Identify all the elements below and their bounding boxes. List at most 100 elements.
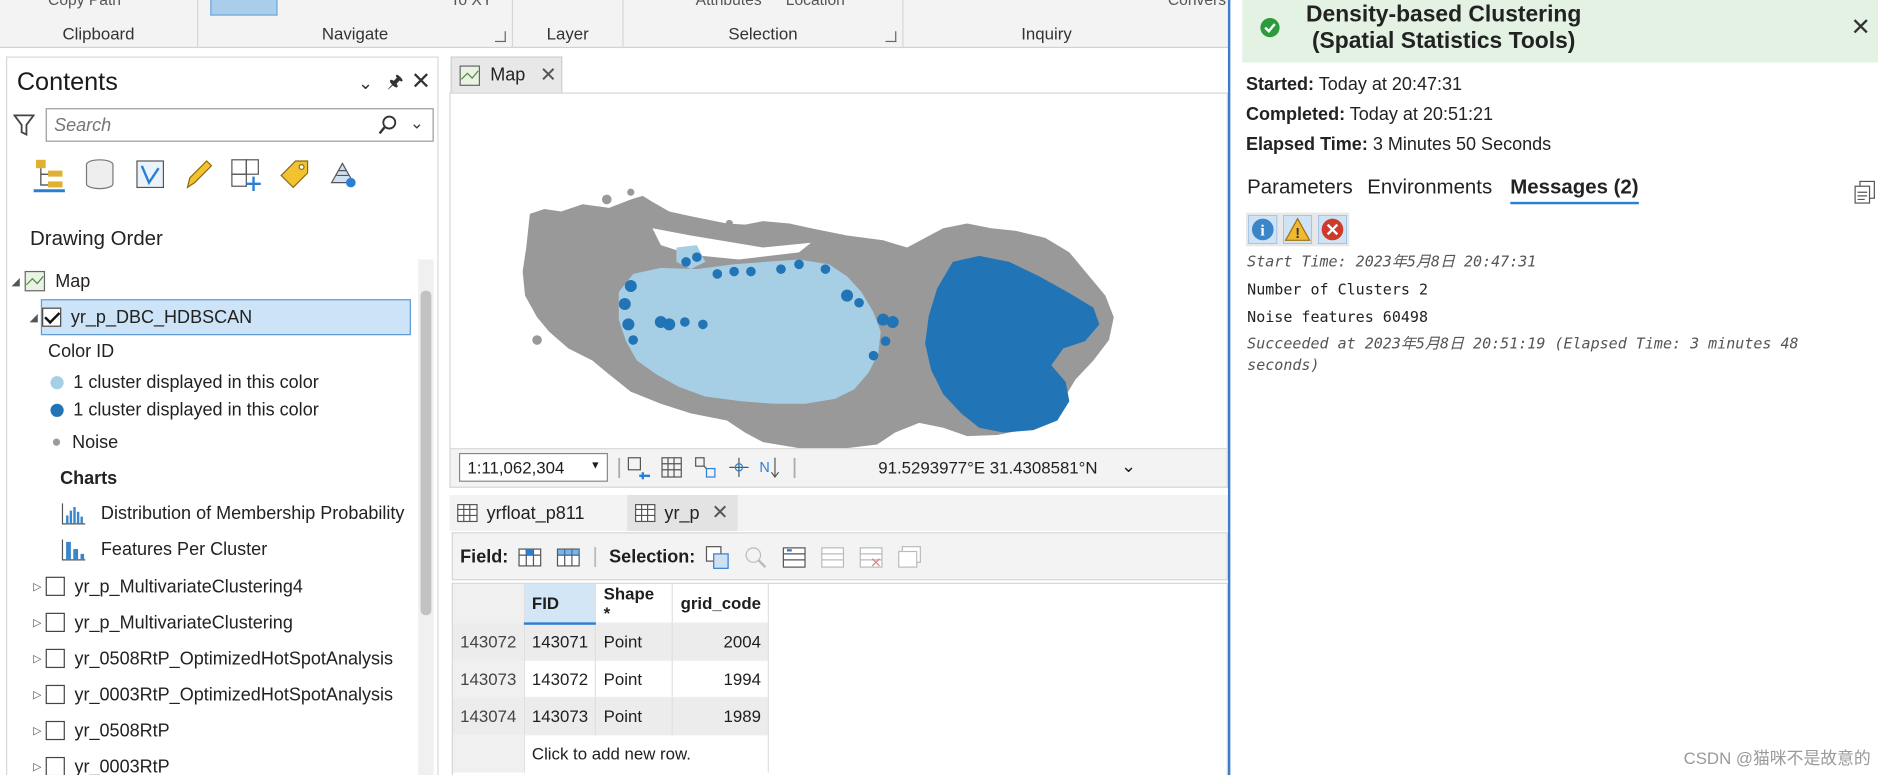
navigate-launcher-icon[interactable] bbox=[495, 31, 506, 43]
expand-arrow-icon[interactable]: ▷ bbox=[29, 616, 46, 629]
expand-arrow-icon[interactable]: ▷ bbox=[29, 580, 46, 593]
row-number[interactable]: 143074 bbox=[452, 696, 525, 735]
collapse-arrow-icon[interactable]: ◢ bbox=[25, 311, 42, 324]
select-by-attributes-icon[interactable] bbox=[705, 545, 729, 569]
snapping-toggle-icon[interactable] bbox=[693, 455, 717, 479]
add-row-prompt[interactable]: Click to add new row. bbox=[524, 734, 770, 772]
map-canvas[interactable] bbox=[451, 94, 1227, 449]
selection-icon[interactable] bbox=[132, 156, 168, 192]
row-number[interactable]: 143073 bbox=[452, 659, 525, 698]
add-grid-icon[interactable] bbox=[626, 455, 651, 480]
column-header-fid[interactable]: FID bbox=[524, 583, 597, 625]
chevron-down-icon[interactable]: ⌄ bbox=[358, 72, 373, 93]
grid-code-cell[interactable]: 2004 bbox=[672, 622, 770, 661]
chart-item[interactable]: Distribution of Membership Probability bbox=[60, 495, 464, 531]
layer-row[interactable]: ▷ yr_p_MultivariateClustering4 bbox=[29, 568, 433, 604]
north-arrow-icon[interactable]: N bbox=[758, 455, 784, 479]
editing-pencil-icon[interactable] bbox=[180, 156, 216, 192]
expand-arrow-icon[interactable]: ▷ bbox=[29, 688, 46, 701]
table-row[interactable]: 143072 143071 Point 2004 bbox=[452, 622, 770, 661]
map-view[interactable] bbox=[449, 92, 1228, 450]
tab-yr-p[interactable]: yr_p ✕ bbox=[627, 495, 738, 532]
scrollbar-thumb[interactable] bbox=[420, 290, 432, 616]
shape-cell[interactable]: Point bbox=[595, 622, 674, 661]
copy-selection-icon[interactable] bbox=[898, 545, 922, 569]
tab-yrfloat-p811[interactable]: yrfloat_p811 bbox=[449, 495, 624, 531]
layer-row[interactable]: ▷ yr_0508RtP_OptimizedHotSpotAnalysis bbox=[29, 640, 433, 676]
switch-selection-icon[interactable] bbox=[782, 545, 806, 569]
grid-code-cell[interactable]: 1989 bbox=[672, 696, 770, 735]
filter-icon[interactable] bbox=[13, 113, 35, 137]
delete-selection-icon[interactable] bbox=[859, 545, 883, 569]
error-filter-icon[interactable] bbox=[1318, 215, 1347, 244]
zoom-to-selection-icon[interactable] bbox=[744, 545, 768, 569]
add-row[interactable]: Click to add new row. bbox=[452, 734, 770, 772]
coordinate-options-chevron-icon[interactable]: ⌄ bbox=[1121, 455, 1136, 477]
table-row[interactable]: 143074 143073 Point 1989 bbox=[452, 696, 770, 735]
scale-select[interactable]: 1:11,062,304 ▼ bbox=[458, 452, 608, 482]
layer-visibility-checkbox[interactable] bbox=[42, 307, 62, 327]
tab-environments[interactable]: Environments bbox=[1367, 175, 1492, 199]
tab-messages[interactable]: Messages (2) bbox=[1510, 175, 1639, 205]
layer-visibility-checkbox[interactable] bbox=[45, 684, 65, 705]
close-icon[interactable]: ✕ bbox=[712, 501, 729, 525]
info-filter-icon[interactable]: i bbox=[1248, 215, 1278, 244]
location-button[interactable]: Location bbox=[786, 0, 845, 8]
labeling-icon[interactable] bbox=[276, 156, 312, 192]
column-header-shape[interactable]: Shape * bbox=[595, 583, 674, 623]
layer-row[interactable]: ▷ yr_0508RtP bbox=[29, 712, 433, 748]
row-number[interactable]: 143072 bbox=[452, 622, 525, 661]
layer-row[interactable]: ▷ yr_p_MultivariateClustering bbox=[29, 604, 433, 640]
clear-selection-icon[interactable] bbox=[821, 545, 845, 569]
shape-cell[interactable]: Point bbox=[595, 659, 674, 698]
layer-visibility-checkbox[interactable] bbox=[45, 756, 65, 775]
expand-arrow-icon[interactable]: ▷ bbox=[29, 652, 46, 665]
expand-arrow-icon[interactable]: ▷ bbox=[29, 724, 46, 737]
contents-scrollbar[interactable] bbox=[418, 259, 434, 775]
close-icon[interactable]: ✕ bbox=[411, 66, 431, 96]
close-icon[interactable]: ✕ bbox=[1851, 12, 1871, 42]
expand-arrow-icon[interactable]: ▷ bbox=[29, 760, 46, 773]
layer-row[interactable]: ▷ yr_0003RtP bbox=[29, 749, 433, 775]
warning-filter-icon[interactable]: ! bbox=[1283, 215, 1313, 244]
search-options-chevron-icon[interactable]: ⌄ bbox=[410, 113, 424, 133]
layer-row-selected[interactable]: ◢ yr_p_DBC_HDBSCAN bbox=[29, 299, 411, 336]
fid-cell[interactable]: 143073 bbox=[524, 696, 597, 735]
layer-row[interactable]: ▷ yr_0003RtP_OptimizedHotSpotAnalysis bbox=[29, 676, 433, 712]
fid-cell[interactable]: 143071 bbox=[524, 622, 597, 661]
to-xy-button[interactable]: To XY bbox=[451, 0, 493, 8]
data-source-icon[interactable] bbox=[82, 156, 118, 192]
chart-item[interactable]: Features Per Cluster bbox=[60, 531, 464, 567]
column-header-grid-code[interactable]: grid_code bbox=[672, 583, 770, 623]
grid-icon[interactable] bbox=[660, 455, 684, 479]
attributes-button[interactable]: Attributes bbox=[696, 0, 762, 8]
layer-visibility-checkbox[interactable] bbox=[45, 576, 65, 596]
collapse-arrow-icon[interactable]: ◢ bbox=[7, 275, 24, 288]
selection-launcher-icon[interactable] bbox=[885, 31, 897, 43]
calculate-field-icon[interactable] bbox=[556, 545, 580, 569]
dropdown-arrow-icon[interactable]: ▼ bbox=[590, 459, 601, 471]
tab-map[interactable]: Map ✕ bbox=[450, 56, 563, 93]
fid-cell[interactable]: 143072 bbox=[524, 659, 597, 698]
add-field-icon[interactable] bbox=[518, 545, 542, 569]
explore-button[interactable] bbox=[210, 0, 278, 16]
layer-visibility-checkbox[interactable] bbox=[45, 648, 65, 669]
close-icon[interactable]: ✕ bbox=[540, 63, 557, 87]
grid-code-cell[interactable]: 1994 bbox=[672, 659, 770, 698]
constraints-icon[interactable] bbox=[727, 455, 751, 479]
drawing-order-list-icon[interactable] bbox=[31, 156, 67, 193]
conversions-button[interactable]: Convers bbox=[1168, 0, 1226, 8]
copy-icon[interactable] bbox=[1854, 180, 1876, 204]
search-icon[interactable] bbox=[378, 115, 397, 135]
layer-visibility-checkbox[interactable] bbox=[45, 612, 65, 632]
layer-visibility-checkbox[interactable] bbox=[45, 720, 65, 741]
table-row[interactable]: 143073 143072 Point 1994 bbox=[452, 659, 770, 698]
search-input[interactable] bbox=[46, 109, 360, 141]
snapping-icon[interactable] bbox=[228, 156, 264, 192]
perspective-imagery-icon[interactable] bbox=[324, 156, 360, 192]
pin-icon[interactable]: 🖈 bbox=[387, 70, 404, 100]
tab-parameters[interactable]: Parameters bbox=[1247, 175, 1353, 199]
copy-path-button[interactable]: Copy Path bbox=[48, 0, 121, 8]
map-node[interactable]: ◢ Map bbox=[7, 263, 411, 299]
shape-cell[interactable]: Point bbox=[595, 696, 674, 735]
